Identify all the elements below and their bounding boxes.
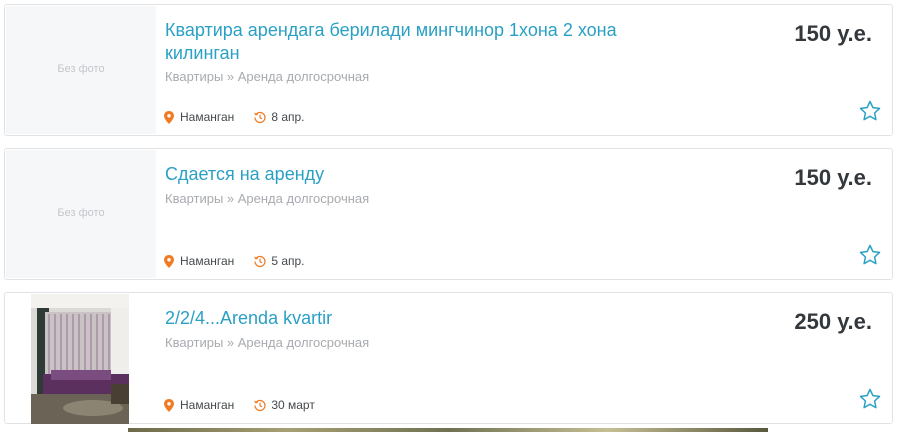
listing-thumbnail[interactable]: Без фото [6, 150, 156, 278]
history-clock-icon [254, 110, 266, 124]
listing-meta: Наманган 5 апр. [163, 253, 305, 269]
listing-meta: Наманган 30 март [163, 397, 315, 413]
listing-title-link[interactable]: Квартира арендага берилади мингчинор 1хо… [165, 19, 635, 65]
listing-price: 250 у.е. [794, 309, 872, 334]
listing-price: 150 у.е. [794, 21, 872, 46]
listing-card[interactable]: 2/2/4...Arenda kvartir Квартиры » Аренда… [4, 292, 893, 424]
listing-price: 150 у.е. [794, 165, 872, 190]
listing-date: 5 апр. [271, 254, 305, 268]
no-photo-placeholder: Без фото [57, 207, 105, 219]
listing-results: Без фото Квартира арендага берилади минг… [0, 0, 900, 432]
listing-meta: Наманган 8 апр. [163, 109, 305, 125]
listing-card[interactable]: Без фото Квартира арендага берилади минг… [4, 4, 893, 136]
map-pin-icon [163, 398, 175, 412]
listing-thumbnail[interactable] [6, 294, 156, 424]
star-outline-icon[interactable] [858, 387, 882, 411]
listing-card[interactable]: Без фото Сдается на аренду Квартиры » Ар… [4, 148, 893, 280]
no-photo-placeholder: Без фото [57, 63, 105, 75]
listing-location: Наманган [180, 398, 235, 412]
listing-category: Квартиры » Аренда долгосрочная [165, 69, 370, 84]
map-pin-icon [163, 254, 175, 268]
listing-category: Квартиры » Аренда долгосрочная [165, 335, 370, 350]
next-listing-photo-edge [128, 428, 768, 432]
listing-title-link[interactable]: 2/2/4...Arenda kvartir [165, 307, 635, 330]
listing-category: Квартиры » Аренда долгосрочная [165, 191, 370, 206]
listing-location: Наманган [180, 254, 235, 268]
listing-photo [31, 294, 129, 424]
listing-thumbnail[interactable]: Без фото [6, 6, 156, 134]
listing-location: Наманган [180, 110, 235, 124]
star-outline-icon[interactable] [858, 243, 882, 267]
history-clock-icon [254, 398, 266, 412]
map-pin-icon [163, 110, 175, 124]
listing-title-link[interactable]: Сдается на аренду [165, 163, 635, 186]
star-outline-icon[interactable] [858, 99, 882, 123]
listing-date: 30 март [271, 398, 315, 412]
history-clock-icon [254, 254, 266, 268]
listing-date: 8 апр. [271, 110, 305, 124]
